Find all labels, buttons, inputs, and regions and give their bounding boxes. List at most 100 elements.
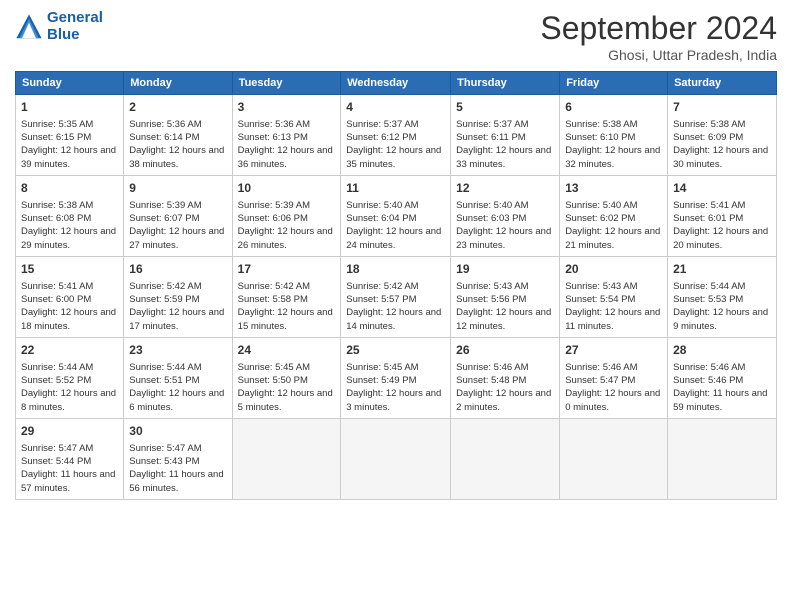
sunset-text: Sunset: 5:51 PM	[129, 375, 199, 386]
table-row: 26Sunrise: 5:46 AMSunset: 5:48 PMDayligh…	[451, 337, 560, 418]
daylight-text: Daylight: 12 hours and 29 minutes.	[21, 226, 116, 250]
sunset-text: Sunset: 5:59 PM	[129, 294, 199, 305]
day-number: 7	[673, 99, 771, 116]
table-row: 29Sunrise: 5:47 AMSunset: 5:44 PMDayligh…	[16, 418, 124, 499]
table-row: 23 Sunrise: 5:44 AM Sunset: 5:51 PM Dayligh…	[124, 337, 232, 418]
day-number: 22	[21, 342, 118, 359]
table-row	[560, 418, 668, 499]
title-section: September 2024 Ghosi, Uttar Pradesh, Ind…	[540, 10, 777, 63]
daylight-text: Daylight: 12 hours and 23 minutes.	[456, 226, 551, 250]
sunrise-text: Sunrise: 5:43 AM	[565, 281, 637, 292]
daylight-text: Daylight: 12 hours and 5 minutes.	[238, 388, 333, 412]
sunset-text: Sunset: 5:53 PM	[673, 294, 743, 305]
sunrise-text: Sunrise: 5:44 AM	[129, 362, 201, 373]
daylight-text: Daylight: 12 hours and 27 minutes.	[129, 226, 224, 250]
logo: General Blue	[15, 10, 103, 43]
sunset-text: Sunset: 5:56 PM	[456, 294, 526, 305]
day-number: 26	[456, 342, 554, 359]
daylight-text: Daylight: 12 hours and 21 minutes.	[565, 226, 660, 250]
sunset-text: Sunset: 6:06 PM	[238, 213, 308, 224]
table-row	[668, 418, 777, 499]
daylight-text: Daylight: 12 hours and 9 minutes.	[673, 307, 768, 331]
sunset-text: Sunset: 6:09 PM	[673, 132, 743, 143]
sunrise-text: Sunrise: 5:42 AM	[238, 281, 310, 292]
table-row: 13Sunrise: 5:40 AMSunset: 6:02 PMDayligh…	[560, 175, 668, 256]
day-number: 23	[129, 342, 226, 359]
subtitle: Ghosi, Uttar Pradesh, India	[540, 47, 777, 63]
table-row: 27Sunrise: 5:46 AMSunset: 5:47 PMDayligh…	[560, 337, 668, 418]
sunrise-text: Sunrise: 5:41 AM	[21, 281, 93, 292]
table-row: 6Sunrise: 5:38 AMSunset: 6:10 PMDaylight…	[560, 95, 668, 176]
sunrise-text: Sunrise: 5:37 AM	[346, 119, 418, 130]
sunset-text: Sunset: 6:07 PM	[129, 213, 199, 224]
header: General Blue September 2024 Ghosi, Uttar…	[15, 10, 777, 63]
day-number: 30	[129, 423, 226, 440]
header-thursday: Thursday	[451, 72, 560, 95]
day-number: 10	[238, 180, 336, 197]
table-row: 28Sunrise: 5:46 AMSunset: 5:46 PMDayligh…	[668, 337, 777, 418]
table-row: 10Sunrise: 5:39 AMSunset: 6:06 PMDayligh…	[232, 175, 341, 256]
calendar-table: Sunday Monday Tuesday Wednesday Thursday…	[15, 71, 777, 500]
sunrise-text: Sunrise: 5:41 AM	[673, 200, 745, 211]
sunrise-text: Sunrise: 5:35 AM	[21, 119, 93, 130]
daylight-text: Daylight: 12 hours and 6 minutes.	[129, 388, 224, 412]
sunset-text: Sunset: 5:57 PM	[346, 294, 416, 305]
calendar-week-row: 22 Sunrise: 5:44 AM Sunset: 5:52 PM Dayligh…	[16, 337, 777, 418]
sunset-text: Sunset: 6:13 PM	[238, 132, 308, 143]
day-number: 16	[129, 261, 226, 278]
sunrise-text: Sunrise: 5:46 AM	[673, 362, 745, 373]
sunrise-text: Sunrise: 5:42 AM	[129, 281, 201, 292]
sunrise-text: Sunrise: 5:44 AM	[21, 362, 93, 373]
calendar-week-row: 1Sunrise: 5:35 AMSunset: 6:15 PMDaylight…	[16, 95, 777, 176]
table-row: 17Sunrise: 5:42 AMSunset: 5:58 PMDayligh…	[232, 256, 341, 337]
day-number: 6	[565, 99, 662, 116]
daylight-text: Daylight: 12 hours and 8 minutes.	[21, 388, 116, 412]
calendar-week-row: 15Sunrise: 5:41 AMSunset: 6:00 PMDayligh…	[16, 256, 777, 337]
table-row: 5Sunrise: 5:37 AMSunset: 6:11 PMDaylight…	[451, 95, 560, 176]
day-number: 12	[456, 180, 554, 197]
day-number: 14	[673, 180, 771, 197]
sunset-text: Sunset: 6:01 PM	[673, 213, 743, 224]
sunset-text: Sunset: 6:14 PM	[129, 132, 199, 143]
sunset-text: Sunset: 5:52 PM	[21, 375, 91, 386]
table-row	[451, 418, 560, 499]
day-number: 2	[129, 99, 226, 116]
day-number: 13	[565, 180, 662, 197]
day-number: 4	[346, 99, 445, 116]
calendar-week-row: 8 Sunrise: 5:38 AM Sunset: 6:08 PM Daylight…	[16, 175, 777, 256]
daylight-text: Daylight: 11 hours and 57 minutes.	[21, 469, 115, 493]
daylight-text: Daylight: 12 hours and 0 minutes.	[565, 388, 660, 412]
sunrise-text: Sunrise: 5:46 AM	[565, 362, 637, 373]
daylight-text: Daylight: 12 hours and 15 minutes.	[238, 307, 333, 331]
sunrise-text: Sunrise: 5:43 AM	[456, 281, 528, 292]
daylight-text: Daylight: 11 hours and 59 minutes.	[673, 388, 767, 412]
table-row: 25Sunrise: 5:45 AMSunset: 5:49 PMDayligh…	[341, 337, 451, 418]
table-row: 22 Sunrise: 5:44 AM Sunset: 5:52 PM Dayligh…	[16, 337, 124, 418]
sunset-text: Sunset: 5:58 PM	[238, 294, 308, 305]
daylight-text: Daylight: 12 hours and 39 minutes.	[21, 145, 116, 169]
sunset-text: Sunset: 6:04 PM	[346, 213, 416, 224]
table-row: 16 Sunrise: 5:42 AM Sunset: 5:59 PM Dayligh…	[124, 256, 232, 337]
daylight-text: Daylight: 12 hours and 17 minutes.	[129, 307, 224, 331]
sunrise-text: Sunrise: 5:40 AM	[565, 200, 637, 211]
daylight-text: Daylight: 12 hours and 26 minutes.	[238, 226, 333, 250]
header-saturday: Saturday	[668, 72, 777, 95]
day-number: 8	[21, 180, 118, 197]
table-row: 11Sunrise: 5:40 AMSunset: 6:04 PMDayligh…	[341, 175, 451, 256]
sunrise-text: Sunrise: 5:36 AM	[129, 119, 201, 130]
table-row: 7Sunrise: 5:38 AMSunset: 6:09 PMDaylight…	[668, 95, 777, 176]
header-friday: Friday	[560, 72, 668, 95]
sunrise-text: Sunrise: 5:38 AM	[21, 200, 93, 211]
logo-text: General Blue	[47, 10, 103, 43]
sunrise-text: Sunrise: 5:39 AM	[129, 200, 201, 211]
table-row: 8 Sunrise: 5:38 AM Sunset: 6:08 PM Daylight…	[16, 175, 124, 256]
sunset-text: Sunset: 5:46 PM	[673, 375, 743, 386]
day-number: 27	[565, 342, 662, 359]
sunset-text: Sunset: 6:08 PM	[21, 213, 91, 224]
table-row	[232, 418, 341, 499]
day-number: 15	[21, 261, 118, 278]
sunset-text: Sunset: 5:48 PM	[456, 375, 526, 386]
sunrise-text: Sunrise: 5:40 AM	[456, 200, 528, 211]
sunrise-text: Sunrise: 5:38 AM	[565, 119, 637, 130]
table-row: 19Sunrise: 5:43 AMSunset: 5:56 PMDayligh…	[451, 256, 560, 337]
